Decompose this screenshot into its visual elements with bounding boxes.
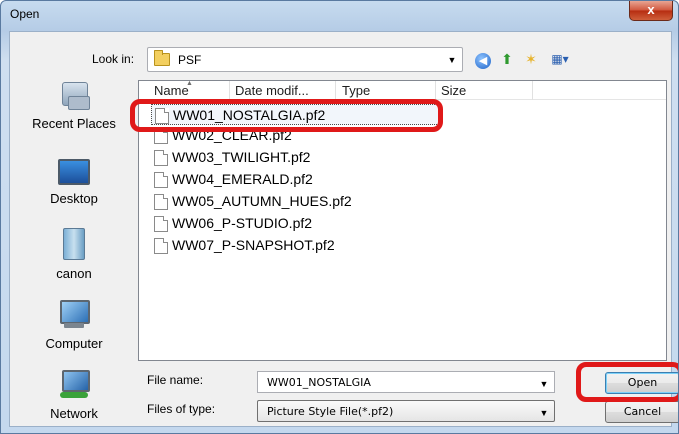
file-icon: [154, 194, 168, 210]
title-bar[interactable]: Open x: [1, 1, 678, 27]
user-folder-icon: [63, 228, 85, 260]
file-name-input[interactable]: WW01_NOSTALGIA ▼: [257, 371, 555, 393]
place-label: Recent Places: [32, 116, 116, 131]
file-icon: [154, 172, 168, 188]
chevron-down-icon[interactable]: ▼: [445, 53, 459, 67]
dialog-body: Look in: PSF ▼ ◀ ⬆ ✶ ▦▾ Recent Places De…: [9, 31, 678, 427]
look-in-label: Look in:: [92, 52, 135, 66]
file-icon: [154, 216, 168, 232]
file-name: WW06_P-STUDIO.pf2: [172, 215, 313, 231]
file-name: WW03_TWILIGHT.pf2: [172, 149, 311, 165]
places-bar: Recent Places Desktop canon Computer Net…: [14, 76, 134, 426]
file-name-label: File name:: [147, 373, 204, 387]
chevron-down-icon[interactable]: ▼: [537, 377, 551, 391]
column-divider[interactable]: [435, 81, 436, 100]
column-header-name[interactable]: ▲ Name: [154, 80, 193, 98]
place-label: canon: [56, 266, 92, 281]
place-recent-places[interactable]: Recent Places: [14, 78, 134, 148]
place-computer[interactable]: Computer: [14, 298, 134, 368]
file-icon: [154, 238, 168, 254]
column-header-size[interactable]: Size: [441, 83, 466, 98]
file-type-select[interactable]: Picture Style File(*.pf2) ▼: [257, 400, 555, 422]
window-title: Open: [10, 7, 40, 21]
desktop-icon: [58, 159, 90, 185]
open-dialog-window: Open x Look in: PSF ▼ ◀ ⬆ ✶ ▦▾ Recent Pl…: [0, 0, 679, 434]
place-label: Network: [50, 406, 98, 421]
file-name: WW01_NOSTALGIA.pf2: [173, 107, 326, 123]
column-divider[interactable]: [532, 81, 533, 100]
network-icon: [58, 368, 90, 400]
chevron-down-icon[interactable]: ▼: [537, 406, 551, 420]
column-header-type[interactable]: Type: [342, 83, 370, 98]
views-menu-icon[interactable]: ▦▾: [545, 49, 575, 69]
cancel-button[interactable]: Cancel: [605, 401, 678, 423]
column-header-date[interactable]: Date modif...: [235, 83, 309, 98]
file-name: WW04_EMERALD.pf2: [172, 171, 313, 187]
place-network[interactable]: Network: [14, 368, 134, 433]
file-name-value: WW01_NOSTALGIA: [267, 376, 371, 389]
file-name: WW05_AUTUMN_HUES.pf2: [172, 193, 352, 209]
up-folder-icon[interactable]: ⬆: [497, 49, 517, 69]
file-type-value: Picture Style File(*.pf2): [267, 405, 394, 418]
place-desktop[interactable]: Desktop: [14, 156, 134, 226]
column-divider[interactable]: [335, 81, 336, 100]
computer-icon: [58, 298, 90, 330]
column-divider[interactable]: [229, 81, 230, 100]
look-in-value: PSF: [178, 53, 202, 67]
new-folder-icon[interactable]: ✶: [521, 49, 541, 69]
file-icon: [155, 108, 169, 124]
place-label: Computer: [45, 336, 103, 351]
file-icon: [154, 128, 168, 144]
open-button[interactable]: Open: [605, 372, 678, 394]
back-icon[interactable]: ◀: [473, 49, 493, 69]
file-name: WW07_P-SNAPSHOT.pf2: [172, 237, 335, 253]
column-header-row: ▲ Name Date modif... Type Size: [139, 80, 666, 100]
place-label: Desktop: [50, 191, 98, 206]
recent-places-icon: [58, 78, 90, 110]
file-name: WW02_CLEAR.pf2: [172, 127, 292, 143]
place-canon[interactable]: canon: [14, 228, 134, 298]
file-icon: [154, 150, 168, 166]
look-in-combo[interactable]: PSF ▼: [147, 47, 463, 72]
sort-ascending-icon: ▲: [186, 80, 193, 87]
file-list[interactable]: ▲ Name Date modif... Type Size WW01_NOST…: [138, 80, 667, 361]
file-type-label: Files of type:: [147, 402, 216, 416]
close-icon: x: [647, 2, 655, 17]
file-row-selected[interactable]: WW01_NOSTALGIA.pf2: [151, 104, 439, 125]
folder-icon: [154, 50, 170, 66]
close-button[interactable]: x: [629, 1, 673, 21]
